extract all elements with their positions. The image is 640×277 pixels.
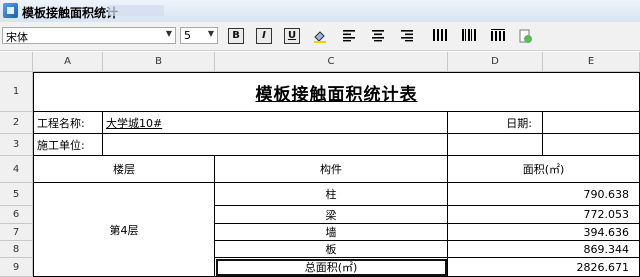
area-value: 790.638 [583, 187, 630, 201]
unit-label: 施工单位: [37, 138, 85, 152]
area-value-cell[interactable]: 394.636 [448, 224, 640, 241]
row-header-2[interactable]: 2 [0, 112, 33, 134]
font-name-select[interactable]: 宋体 ▼ [2, 27, 176, 44]
row-header-3[interactable]: 3 [0, 134, 33, 156]
project-label: 工程名称: [37, 116, 85, 130]
column-header-a[interactable]: A [33, 52, 103, 72]
row-header-4[interactable]: 4 [0, 156, 33, 183]
select-all-corner[interactable] [0, 52, 33, 72]
floor-value: 第4层 [109, 223, 139, 237]
empty-cell[interactable] [543, 134, 640, 156]
row-header-7[interactable]: 7 [0, 224, 33, 241]
floor-value-cell[interactable]: 第4层 [33, 183, 215, 277]
date-value-cell[interactable] [543, 112, 640, 134]
align-center-icon[interactable] [370, 28, 386, 44]
sheet-title: 模板接触面积统计表 [255, 84, 418, 105]
app-icon [3, 3, 18, 18]
column-header-d[interactable]: D [448, 52, 543, 72]
format-toolbar: 宋体 ▼ 5 ▼ B I U [0, 22, 640, 51]
empty-cell[interactable] [448, 134, 543, 156]
total-value: 2826.671 [576, 260, 630, 274]
align-right-icon[interactable] [399, 28, 415, 44]
component-cell[interactable]: 墙 [215, 224, 448, 241]
area-value-cell[interactable]: 772.053 [448, 206, 640, 224]
row-header-5[interactable]: 5 [0, 183, 33, 206]
chevron-down-icon[interactable]: ▼ [208, 29, 214, 38]
export-icon[interactable] [517, 28, 533, 44]
project-value-cell[interactable]: 大学城10# [103, 112, 448, 134]
area-header: 面积(㎡) [522, 163, 565, 176]
area-header-cell[interactable]: 面积(㎡) [448, 156, 640, 183]
date-label-cell[interactable]: 日期: [448, 112, 543, 134]
component-name: 梁 [325, 208, 337, 222]
component-cell[interactable]: 板 [215, 241, 448, 258]
area-value-cell[interactable]: 869.344 [448, 241, 640, 258]
total-label-cell[interactable]: 总面积(㎡) [215, 258, 448, 277]
column-header-e[interactable]: E [543, 52, 640, 72]
project-value: 大学城10# [106, 116, 163, 130]
border-style-1-icon[interactable] [432, 28, 448, 44]
font-name-value: 宋体 [6, 31, 28, 44]
date-label: 日期: [506, 116, 532, 130]
align-left-icon[interactable] [341, 28, 357, 44]
title-bar: 模板接触面积统计 [0, 0, 640, 23]
row-header-6[interactable]: 6 [0, 206, 33, 224]
border-style-2-icon[interactable] [461, 28, 477, 44]
total-value-cell[interactable]: 2826.671 [448, 258, 640, 277]
area-value: 869.344 [583, 242, 630, 256]
total-label: 总面积(㎡) [304, 261, 358, 274]
floor-header-cell[interactable]: 楼层 [33, 156, 215, 183]
column-header-b[interactable]: B [103, 52, 215, 72]
component-cell[interactable]: 梁 [215, 206, 448, 224]
component-header-cell[interactable]: 构件 [215, 156, 448, 183]
blurred-title-area [108, 5, 164, 16]
row-header-1[interactable]: 1 [0, 72, 33, 112]
chevron-down-icon[interactable]: ▼ [166, 29, 172, 38]
project-label-cell[interactable]: 工程名称: [33, 112, 103, 134]
unit-label-cell[interactable]: 施工单位: [33, 134, 103, 156]
column-header-c[interactable]: C [215, 52, 448, 72]
component-cell[interactable]: 柱 [215, 183, 448, 206]
border-style-3-icon[interactable] [490, 28, 506, 44]
row-header-8[interactable]: 8 [0, 241, 33, 258]
area-value-cell[interactable]: 790.638 [448, 183, 640, 206]
area-value: 394.636 [583, 225, 630, 239]
area-value: 772.053 [583, 208, 630, 221]
component-name: 柱 [325, 188, 337, 201]
component-name: 墙 [325, 226, 337, 239]
italic-button[interactable]: I [256, 28, 272, 44]
unit-value-cell[interactable] [103, 134, 448, 156]
fill-color-icon[interactable] [312, 28, 328, 44]
underline-button[interactable]: U [284, 28, 300, 44]
font-size-select[interactable]: 5 ▼ [180, 27, 218, 44]
window-title: 模板接触面积统计 [22, 6, 119, 20]
bold-button[interactable]: B [228, 28, 244, 44]
floor-header: 楼层 [113, 163, 135, 176]
component-name: 板 [325, 243, 337, 256]
row-header-9[interactable]: 9 [0, 258, 33, 277]
sheet-title-cell[interactable]: 模板接触面积统计表 [33, 72, 640, 112]
component-header: 构件 [320, 163, 342, 176]
font-size-value: 5 [184, 29, 191, 42]
